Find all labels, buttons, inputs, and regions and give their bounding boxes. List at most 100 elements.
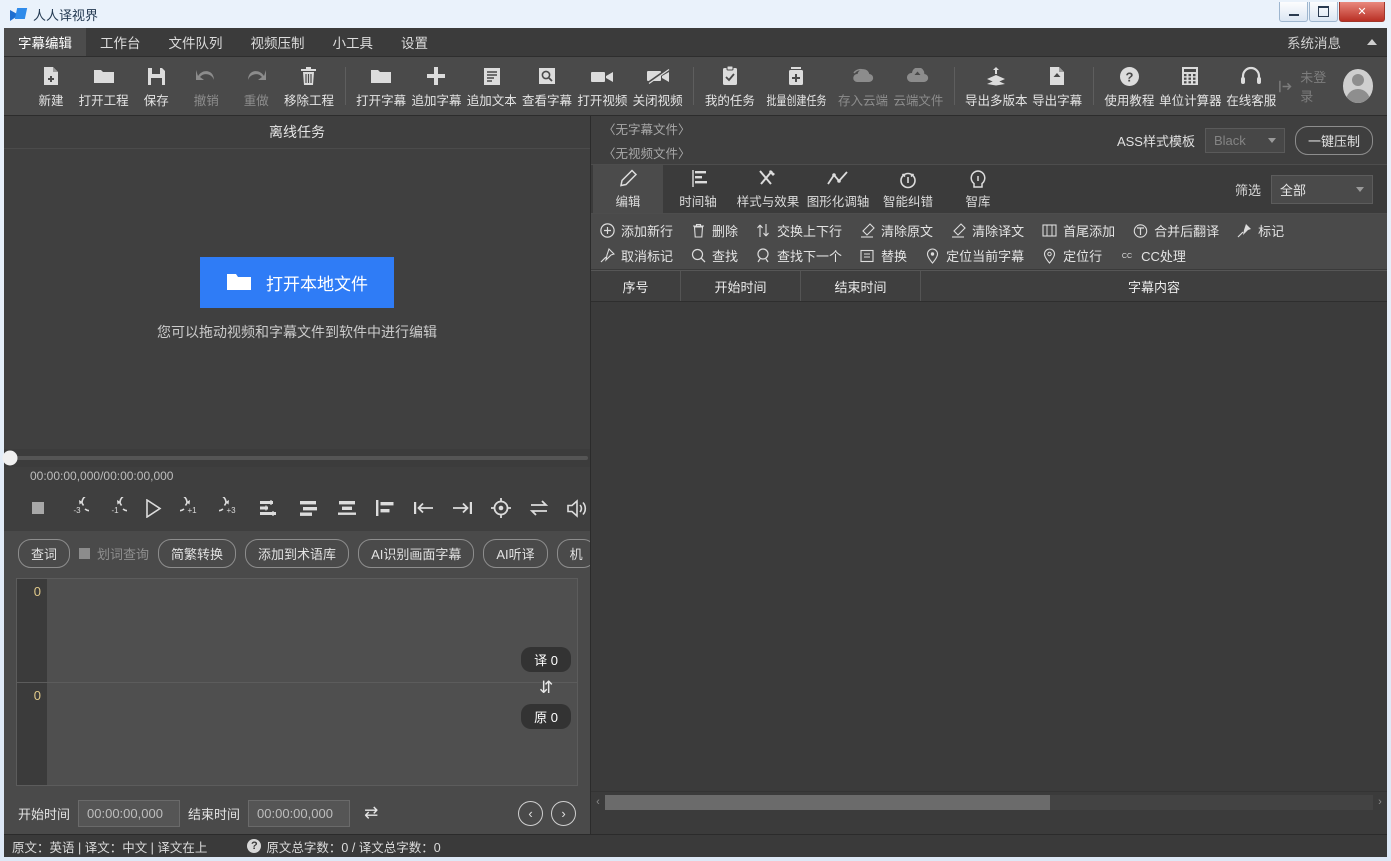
machine-translate-button-clipped[interactable]: 机: [557, 539, 590, 568]
to-end-button[interactable]: [450, 496, 475, 521]
toolbar-cloud-files[interactable]: 云端文件: [891, 63, 946, 109]
forward-3-button[interactable]: +3: [219, 496, 244, 521]
action-merge-translate[interactable]: 合并后翻译: [1132, 221, 1219, 240]
panel-tab-smart-fix[interactable]: 智能纠错: [873, 165, 943, 213]
login-area[interactable]: 未登录: [1279, 67, 1373, 105]
close-button[interactable]: ✕: [1339, 2, 1385, 22]
scroll-thumb[interactable]: [605, 795, 1050, 810]
translation-text-input[interactable]: [47, 579, 577, 682]
swap-button[interactable]: [527, 496, 552, 521]
tab-tools[interactable]: 小工具: [319, 28, 388, 56]
align-left-button[interactable]: [373, 496, 398, 521]
toolbar-open-video[interactable]: 打开视频: [575, 63, 630, 109]
checkbox-box[interactable]: [79, 548, 90, 559]
maximize-button[interactable]: [1309, 2, 1338, 22]
swap-times-icon[interactable]: ⇄: [364, 803, 378, 823]
action-locate-line[interactable]: 定位行: [1041, 246, 1102, 265]
start-time-input[interactable]: [78, 800, 180, 827]
align-center-button[interactable]: [296, 496, 321, 521]
translation-count-tag[interactable]: 译 0: [521, 647, 571, 672]
toolbar-export-multi-version[interactable]: 导出多版本: [963, 63, 1030, 109]
action-clear-translation[interactable]: 清除译文: [950, 221, 1024, 240]
toolbar-close-video[interactable]: 关闭视频: [630, 63, 685, 109]
column-header-index[interactable]: 序号: [591, 271, 681, 301]
adjust-levels-button[interactable]: [257, 496, 282, 521]
swap-vertical-icon[interactable]: ⇵: [539, 678, 553, 698]
action-replace[interactable]: 替换: [859, 246, 907, 265]
avatar[interactable]: [1343, 69, 1373, 103]
action-delete[interactable]: 删除: [690, 221, 738, 240]
back-1-button[interactable]: -1: [103, 496, 128, 521]
horizontal-scrollbar[interactable]: ‹ ›: [591, 791, 1387, 812]
previous-line-button[interactable]: ‹: [518, 801, 543, 826]
action-find-next[interactable]: 查找下一个: [755, 246, 842, 265]
toolbar-export-subtitle[interactable]: 导出字幕: [1030, 63, 1085, 109]
toolbar-online-support[interactable]: 在线客服: [1224, 63, 1279, 109]
simplified-traditional-button[interactable]: 简繁转换: [158, 539, 236, 568]
action-cc-process[interactable]: CC CC处理: [1119, 246, 1186, 265]
toolbar-append-text[interactable]: 追加文本: [464, 63, 519, 109]
seek-bar[interactable]: [4, 449, 590, 467]
ass-template-select[interactable]: Black: [1205, 128, 1285, 153]
toolbar-remove-project[interactable]: 移除工程: [281, 63, 336, 109]
action-mark[interactable]: 标记: [1236, 221, 1284, 240]
toolbar-view-subtitle[interactable]: 查看字幕: [519, 63, 574, 109]
toolbar-open-subtitle[interactable]: 打开字幕: [354, 63, 409, 109]
column-header-start-time[interactable]: 开始时间: [681, 271, 801, 301]
panel-tab-style-effects[interactable]: 样式与效果: [733, 165, 803, 213]
action-swap-rows[interactable]: 交换上下行: [755, 221, 842, 240]
stop-button[interactable]: [26, 496, 51, 521]
toolbar-new[interactable]: 新建: [26, 63, 76, 109]
volume-button[interactable]: [565, 496, 590, 521]
tab-subtitle-edit[interactable]: 字幕编辑: [4, 28, 86, 56]
minimize-button[interactable]: [1279, 2, 1308, 22]
toolbar-undo[interactable]: 撤销: [181, 63, 231, 109]
forward-1-button[interactable]: +1: [180, 496, 205, 521]
panel-tab-timeline[interactable]: 时间轴: [663, 165, 733, 213]
select-word-query-checkbox[interactable]: 划词查询: [79, 544, 149, 563]
toolbar-tutorial[interactable]: ? 使用教程: [1102, 63, 1157, 109]
toolbar-append-subtitle[interactable]: 追加字幕: [409, 63, 464, 109]
system-message-label[interactable]: 系统消息: [1287, 32, 1341, 52]
action-add-row[interactable]: 添加新行: [599, 221, 673, 240]
action-unmark[interactable]: 取消标记: [599, 246, 673, 265]
toolbar-unit-calculator[interactable]: 单位计算器: [1157, 63, 1224, 109]
panel-tab-graph-adjust[interactable]: 图形化调轴: [803, 165, 873, 213]
help-icon[interactable]: ?: [247, 839, 261, 853]
column-header-end-time[interactable]: 结束时间: [801, 271, 921, 301]
back-3-button[interactable]: -3: [65, 496, 90, 521]
panel-tab-edit[interactable]: 编辑: [593, 165, 663, 213]
chevron-up-icon[interactable]: [1367, 39, 1377, 45]
open-local-file-button[interactable]: 打开本地文件: [200, 257, 394, 308]
end-time-input[interactable]: [248, 800, 350, 827]
tab-settings[interactable]: 设置: [387, 28, 442, 56]
lookup-word-button[interactable]: 查词: [18, 539, 70, 568]
one-click-encode-button[interactable]: 一键压制: [1295, 126, 1373, 155]
original-text-input[interactable]: [47, 683, 577, 786]
scroll-left-arrow-icon[interactable]: ‹: [591, 796, 605, 808]
next-line-button[interactable]: ›: [551, 801, 576, 826]
filter-select[interactable]: 全部: [1271, 175, 1373, 204]
seek-knob[interactable]: [3, 451, 18, 466]
set-end-button[interactable]: [334, 496, 359, 521]
scroll-track[interactable]: [605, 795, 1373, 810]
toolbar-my-tasks[interactable]: 我的任务: [702, 63, 757, 109]
toolbar-open-project[interactable]: 打开工程: [76, 63, 131, 109]
tab-file-queue[interactable]: 文件队列: [155, 28, 237, 56]
panel-tab-knowledge-base[interactable]: 智库: [943, 165, 1013, 213]
scroll-right-arrow-icon[interactable]: ›: [1373, 796, 1387, 808]
toolbar-save-to-cloud[interactable]: 存入云端: [835, 63, 890, 109]
action-add-head-tail[interactable]: 首尾添加: [1041, 221, 1115, 240]
seek-track[interactable]: [6, 456, 588, 460]
toolbar-save[interactable]: 保存: [131, 63, 181, 109]
to-start-button[interactable]: [411, 496, 436, 521]
toolbar-batch-create-task[interactable]: 批量创建任务: [757, 63, 835, 109]
subtitle-table-body[interactable]: [591, 302, 1387, 791]
ai-recognize-screen-subtitle-button[interactable]: AI识别画面字幕: [358, 539, 474, 568]
column-header-content[interactable]: 字幕内容: [921, 271, 1387, 301]
target-button[interactable]: [488, 496, 513, 521]
original-count-tag[interactable]: 原 0: [521, 704, 571, 729]
ai-transcribe-button[interactable]: AI听译: [483, 539, 547, 568]
tab-workbench[interactable]: 工作台: [86, 28, 155, 56]
play-button[interactable]: [142, 496, 167, 521]
